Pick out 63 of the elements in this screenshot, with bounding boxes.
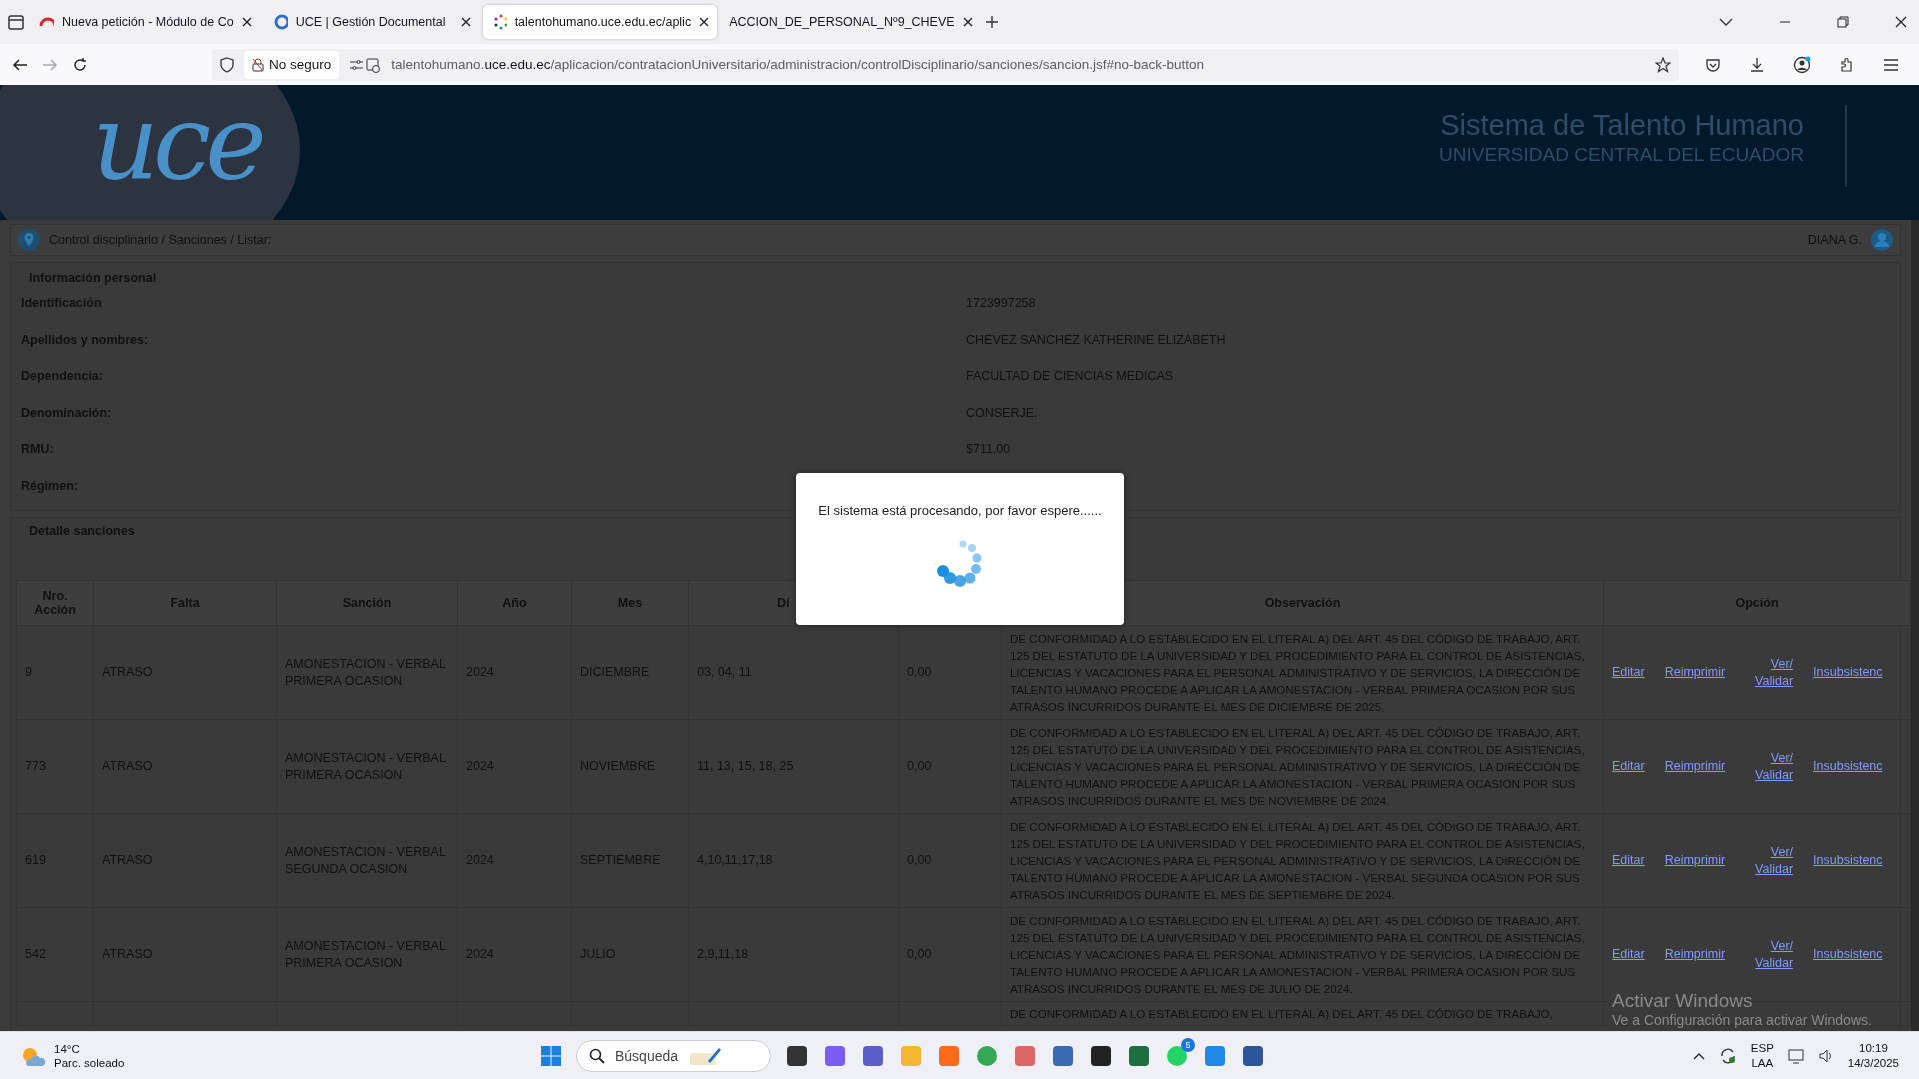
security-indicator[interactable]: No seguro — [244, 50, 340, 79]
account-icon[interactable] — [1793, 55, 1811, 74]
activation-title: Activar Windows — [1612, 990, 1754, 1012]
search-field[interactable]: Búsqueda — [576, 1039, 771, 1072]
map-pin-icon — [17, 228, 41, 252]
close-icon[interactable] — [460, 17, 471, 27]
app-subtitle: UNIVERSIDAD CENTRAL DEL ECUADOR — [1439, 144, 1804, 166]
restore-icon[interactable] — [1837, 16, 1849, 28]
table-link[interactable]: Editar — [1612, 758, 1645, 775]
tab-list-icon[interactable] — [6, 12, 26, 32]
browser-tab[interactable]: Nueva petición - Módulo de Co — [30, 5, 260, 39]
activation-text: Ve a Configuración para activar Windows. — [1612, 1012, 1872, 1028]
table-link[interactable]: Reimprimir — [1664, 852, 1726, 869]
close-icon[interactable] — [699, 17, 710, 27]
table-link[interactable]: Insubsistenc — [1813, 664, 1883, 681]
table-link[interactable]: Editar — [1612, 946, 1645, 963]
table-link[interactable]: Ver/ Validar — [1745, 749, 1794, 784]
search-icon — [589, 1047, 605, 1064]
crossed-lock-icon — [252, 57, 264, 72]
chevron-down-icon[interactable] — [1719, 17, 1733, 27]
search-placeholder: Búsqueda — [615, 1047, 679, 1064]
table-link[interactable]: Ver/ Validar — [1745, 655, 1794, 690]
browser-tab[interactable]: ACCION_DE_PERSONAL_Nº9_CHEVE — [721, 5, 981, 39]
plus-icon[interactable] — [984, 15, 999, 29]
speaker-icon[interactable] — [1817, 1047, 1834, 1064]
notification-badge: 5 — [1181, 1037, 1195, 1052]
language-indicator[interactable]: ESP LAA — [1750, 1040, 1774, 1071]
start-icon[interactable] — [540, 1044, 562, 1067]
user-avatar-icon[interactable] — [1870, 228, 1894, 252]
puzzle-icon[interactable] — [1839, 56, 1855, 73]
reload-icon[interactable] — [72, 56, 88, 73]
weather-text: Parc. soleado — [54, 1055, 125, 1070]
table-link[interactable]: Insubsistenc — [1813, 946, 1883, 963]
close-icon[interactable] — [1895, 16, 1907, 28]
pocket-icon[interactable] — [1705, 56, 1721, 73]
permissions-icon[interactable] — [349, 56, 382, 73]
star-icon[interactable] — [1655, 56, 1671, 73]
browser-tab[interactable]: UCE | Gestión Documental — [263, 5, 479, 39]
temperature: 14°C — [54, 1041, 81, 1056]
monitor-icon[interactable] — [1787, 1047, 1804, 1064]
close-icon[interactable] — [962, 17, 973, 27]
address-field[interactable]: talentohumano.uce.edu.ec/aplicacion/contratacionUniversitario/administracion/controlDisciplinario/sanciones/sancion.jsf#no-back-button — [391, 57, 1204, 72]
browser-tab[interactable]: talentohumano.uce.edu.ec/aplic — [482, 5, 718, 39]
back-arrow-icon[interactable] — [12, 56, 28, 73]
app-title: Sistema de Talento Humano — [1439, 109, 1804, 142]
shield-icon[interactable] — [220, 56, 234, 73]
download-icon[interactable] — [1749, 56, 1765, 73]
table-link[interactable]: Editar — [1612, 664, 1645, 681]
table-link[interactable]: Reimprimir — [1664, 664, 1726, 681]
dialog-message: El sistema está procesando, por favor espere...... — [818, 503, 1102, 518]
table-link[interactable]: Reimprimir — [1664, 758, 1726, 775]
table-link[interactable]: Ver/ Validar — [1745, 937, 1794, 972]
logo: uce — [92, 91, 261, 195]
sync-icon[interactable] — [1718, 1046, 1737, 1065]
chevron-up-icon[interactable] — [1692, 1051, 1705, 1060]
clock[interactable]: 10:19 14/3/2025 — [1847, 1040, 1899, 1071]
table-link[interactable]: Insubsistenc — [1813, 758, 1883, 775]
close-icon[interactable] — [241, 17, 252, 27]
table-link[interactable]: Ver/ Validar — [1745, 843, 1794, 878]
table-link[interactable]: Reimprimir — [1664, 946, 1726, 963]
table-link[interactable]: Insubsistenc — [1813, 852, 1883, 869]
table-link[interactable]: Editar — [1612, 852, 1645, 869]
menu-icon[interactable] — [1883, 57, 1899, 72]
